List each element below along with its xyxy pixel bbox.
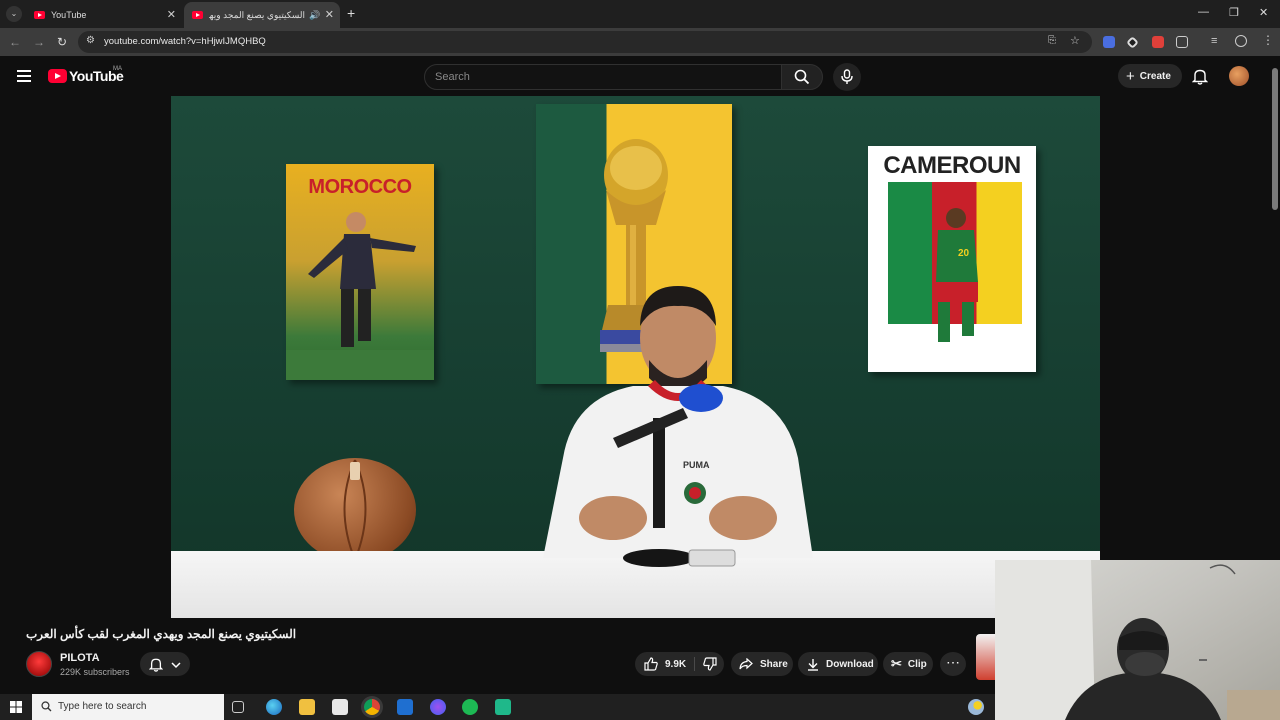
youtube-header: YouTube MA + Create	[0, 56, 1280, 96]
player-figure: 20	[936, 208, 978, 342]
site-info-icon[interactable]: ⚙	[86, 35, 95, 46]
back-arrow-icon[interactable]: ←	[9, 35, 21, 49]
search-icon	[41, 701, 52, 712]
jersey-brand-text: PUMA	[683, 460, 710, 470]
goalkeeper-figure	[286, 212, 434, 380]
windows-taskbar: Type here to search	[0, 694, 995, 720]
install-app-icon[interactable]: ⎘	[1048, 35, 1056, 46]
clip-label: Clip	[907, 658, 927, 670]
morocco-poster: MOROCCO	[286, 164, 434, 380]
profile-icon[interactable]	[1235, 35, 1247, 47]
microsoft-store-icon[interactable]	[332, 699, 348, 715]
extension-diamond-icon[interactable]	[1126, 36, 1139, 49]
plus-icon: +	[1126, 67, 1135, 85]
youtube-logo-icon[interactable]	[48, 69, 67, 83]
search-input[interactable]	[435, 71, 765, 83]
address-bar[interactable]: ⚙ youtube.com/watch?v=hHjwIJMQHBQ ⎘ ☆	[78, 31, 1092, 53]
bookmark-star-icon[interactable]: ☆	[1070, 34, 1080, 47]
url-text[interactable]: youtube.com/watch?v=hHjwIJMQHBQ	[104, 36, 266, 47]
taskbar-search-placeholder: Type here to search	[58, 701, 147, 712]
page-scrollbar-thumb[interactable]	[1272, 68, 1278, 210]
share-button[interactable]: Share	[731, 652, 793, 676]
tab-search-button[interactable]: ⌄	[6, 6, 22, 22]
youtube-favicon-icon	[34, 11, 45, 19]
country-code: MA	[113, 66, 122, 72]
browser-toolbar: ← → ↻ ⚙ youtube.com/watch?v=hHjwIJMQHBQ …	[0, 28, 1280, 56]
download-label: Download	[826, 658, 874, 670]
notification-settings-button[interactable]	[140, 652, 190, 676]
webcam-person-figure	[995, 560, 1280, 720]
hamburger-menu-icon[interactable]	[17, 70, 31, 82]
share-arrow-icon	[739, 658, 753, 670]
more-actions-button[interactable]: ⋯	[940, 652, 966, 676]
ball-seams	[343, 459, 367, 561]
app-icon[interactable]	[495, 699, 511, 715]
download-button[interactable]: Download	[798, 652, 878, 676]
messenger-icon[interactable]	[430, 699, 446, 715]
forward-arrow-icon[interactable]: →	[33, 35, 45, 49]
restore-button[interactable]: ❐	[1229, 6, 1239, 19]
search-button[interactable]	[781, 64, 823, 90]
browser-tab-youtube[interactable]: YouTube ✕	[26, 2, 182, 28]
browser-menu-icon[interactable]: ⋮	[1262, 33, 1274, 47]
bell-icon	[149, 658, 163, 672]
weather-icon[interactable]	[968, 699, 984, 715]
chevron-down-icon	[171, 662, 181, 669]
youtube-favicon-icon	[192, 11, 203, 19]
leather-football	[294, 458, 416, 562]
translate-extension-icon[interactable]	[1103, 36, 1115, 48]
voice-search-button[interactable]	[833, 63, 861, 91]
browser-tab-strip: ⌄ YouTube ✕ السكيتيوي يصنع المجد ويهد 🔊 …	[0, 0, 1280, 28]
spotify-icon[interactable]	[462, 699, 478, 715]
create-button[interactable]: + Create	[1118, 64, 1182, 88]
extensions-puzzle-icon[interactable]	[1176, 36, 1188, 48]
outlook-icon[interactable]	[397, 699, 413, 715]
create-label: Create	[1139, 70, 1171, 82]
scissors-icon: ✂	[891, 656, 902, 671]
taskbar-search-box[interactable]: Type here to search	[32, 694, 224, 720]
clip-button[interactable]: ✂ Clip	[883, 652, 933, 676]
browser-tab-video[interactable]: السكيتيوي يصنع المجد ويهد 🔊 ✕	[184, 2, 340, 28]
video-player[interactable]: MOROCCO CAMEROUN 20 PUMA	[171, 96, 1100, 618]
close-window-button[interactable]: ✕	[1259, 6, 1268, 19]
windows-start-icon[interactable]	[10, 701, 22, 713]
search-box[interactable]	[424, 64, 782, 90]
close-tab-icon[interactable]: ✕	[167, 8, 176, 21]
thumbs-up-icon[interactable]	[644, 657, 658, 671]
account-avatar[interactable]	[1229, 66, 1249, 86]
like-divider	[694, 657, 695, 671]
file-explorer-icon[interactable]	[299, 699, 315, 715]
close-tab-icon[interactable]: ✕	[325, 8, 334, 21]
channel-name[interactable]: PILOTA	[60, 652, 100, 664]
share-label: Share	[760, 658, 788, 670]
media-control-icon[interactable]: ≡	[1211, 35, 1217, 47]
search-icon	[794, 69, 810, 85]
edge-browser-icon[interactable]	[266, 699, 282, 715]
presenter-figure: PUMA	[543, 286, 813, 567]
thumbs-down-icon[interactable]	[703, 657, 717, 671]
notifications-bell-icon[interactable]	[1192, 68, 1208, 85]
download-icon	[808, 658, 818, 671]
tab-title: السكيتيوي يصنع المجد ويهد	[209, 9, 305, 20]
cameroun-poster: CAMEROUN 20	[868, 146, 1036, 372]
task-view-icon[interactable]	[232, 701, 244, 713]
chrome-icon[interactable]	[364, 699, 380, 715]
minimize-button[interactable]: —	[1198, 6, 1209, 18]
new-tab-button[interactable]: +	[347, 5, 355, 21]
like-dislike-group: 9.9K	[635, 652, 724, 676]
audio-playing-icon[interactable]: 🔊	[309, 10, 320, 21]
extension-red-icon[interactable]	[1152, 36, 1164, 48]
subscriber-count: 229K subscribers	[60, 667, 130, 677]
like-count[interactable]: 9.9K	[665, 659, 686, 670]
reload-icon[interactable]: ↻	[57, 35, 67, 49]
channel-avatar[interactable]	[26, 651, 52, 677]
video-title: السكيتيوي يصنع المجد ويهدي المغرب لقب كأ…	[26, 627, 297, 641]
related-video-thumbnail[interactable]	[976, 634, 996, 680]
microphone-icon	[841, 69, 853, 84]
jersey-number: 20	[958, 248, 970, 259]
webcam-overlay	[995, 560, 1280, 720]
tab-title: YouTube	[51, 10, 87, 20]
